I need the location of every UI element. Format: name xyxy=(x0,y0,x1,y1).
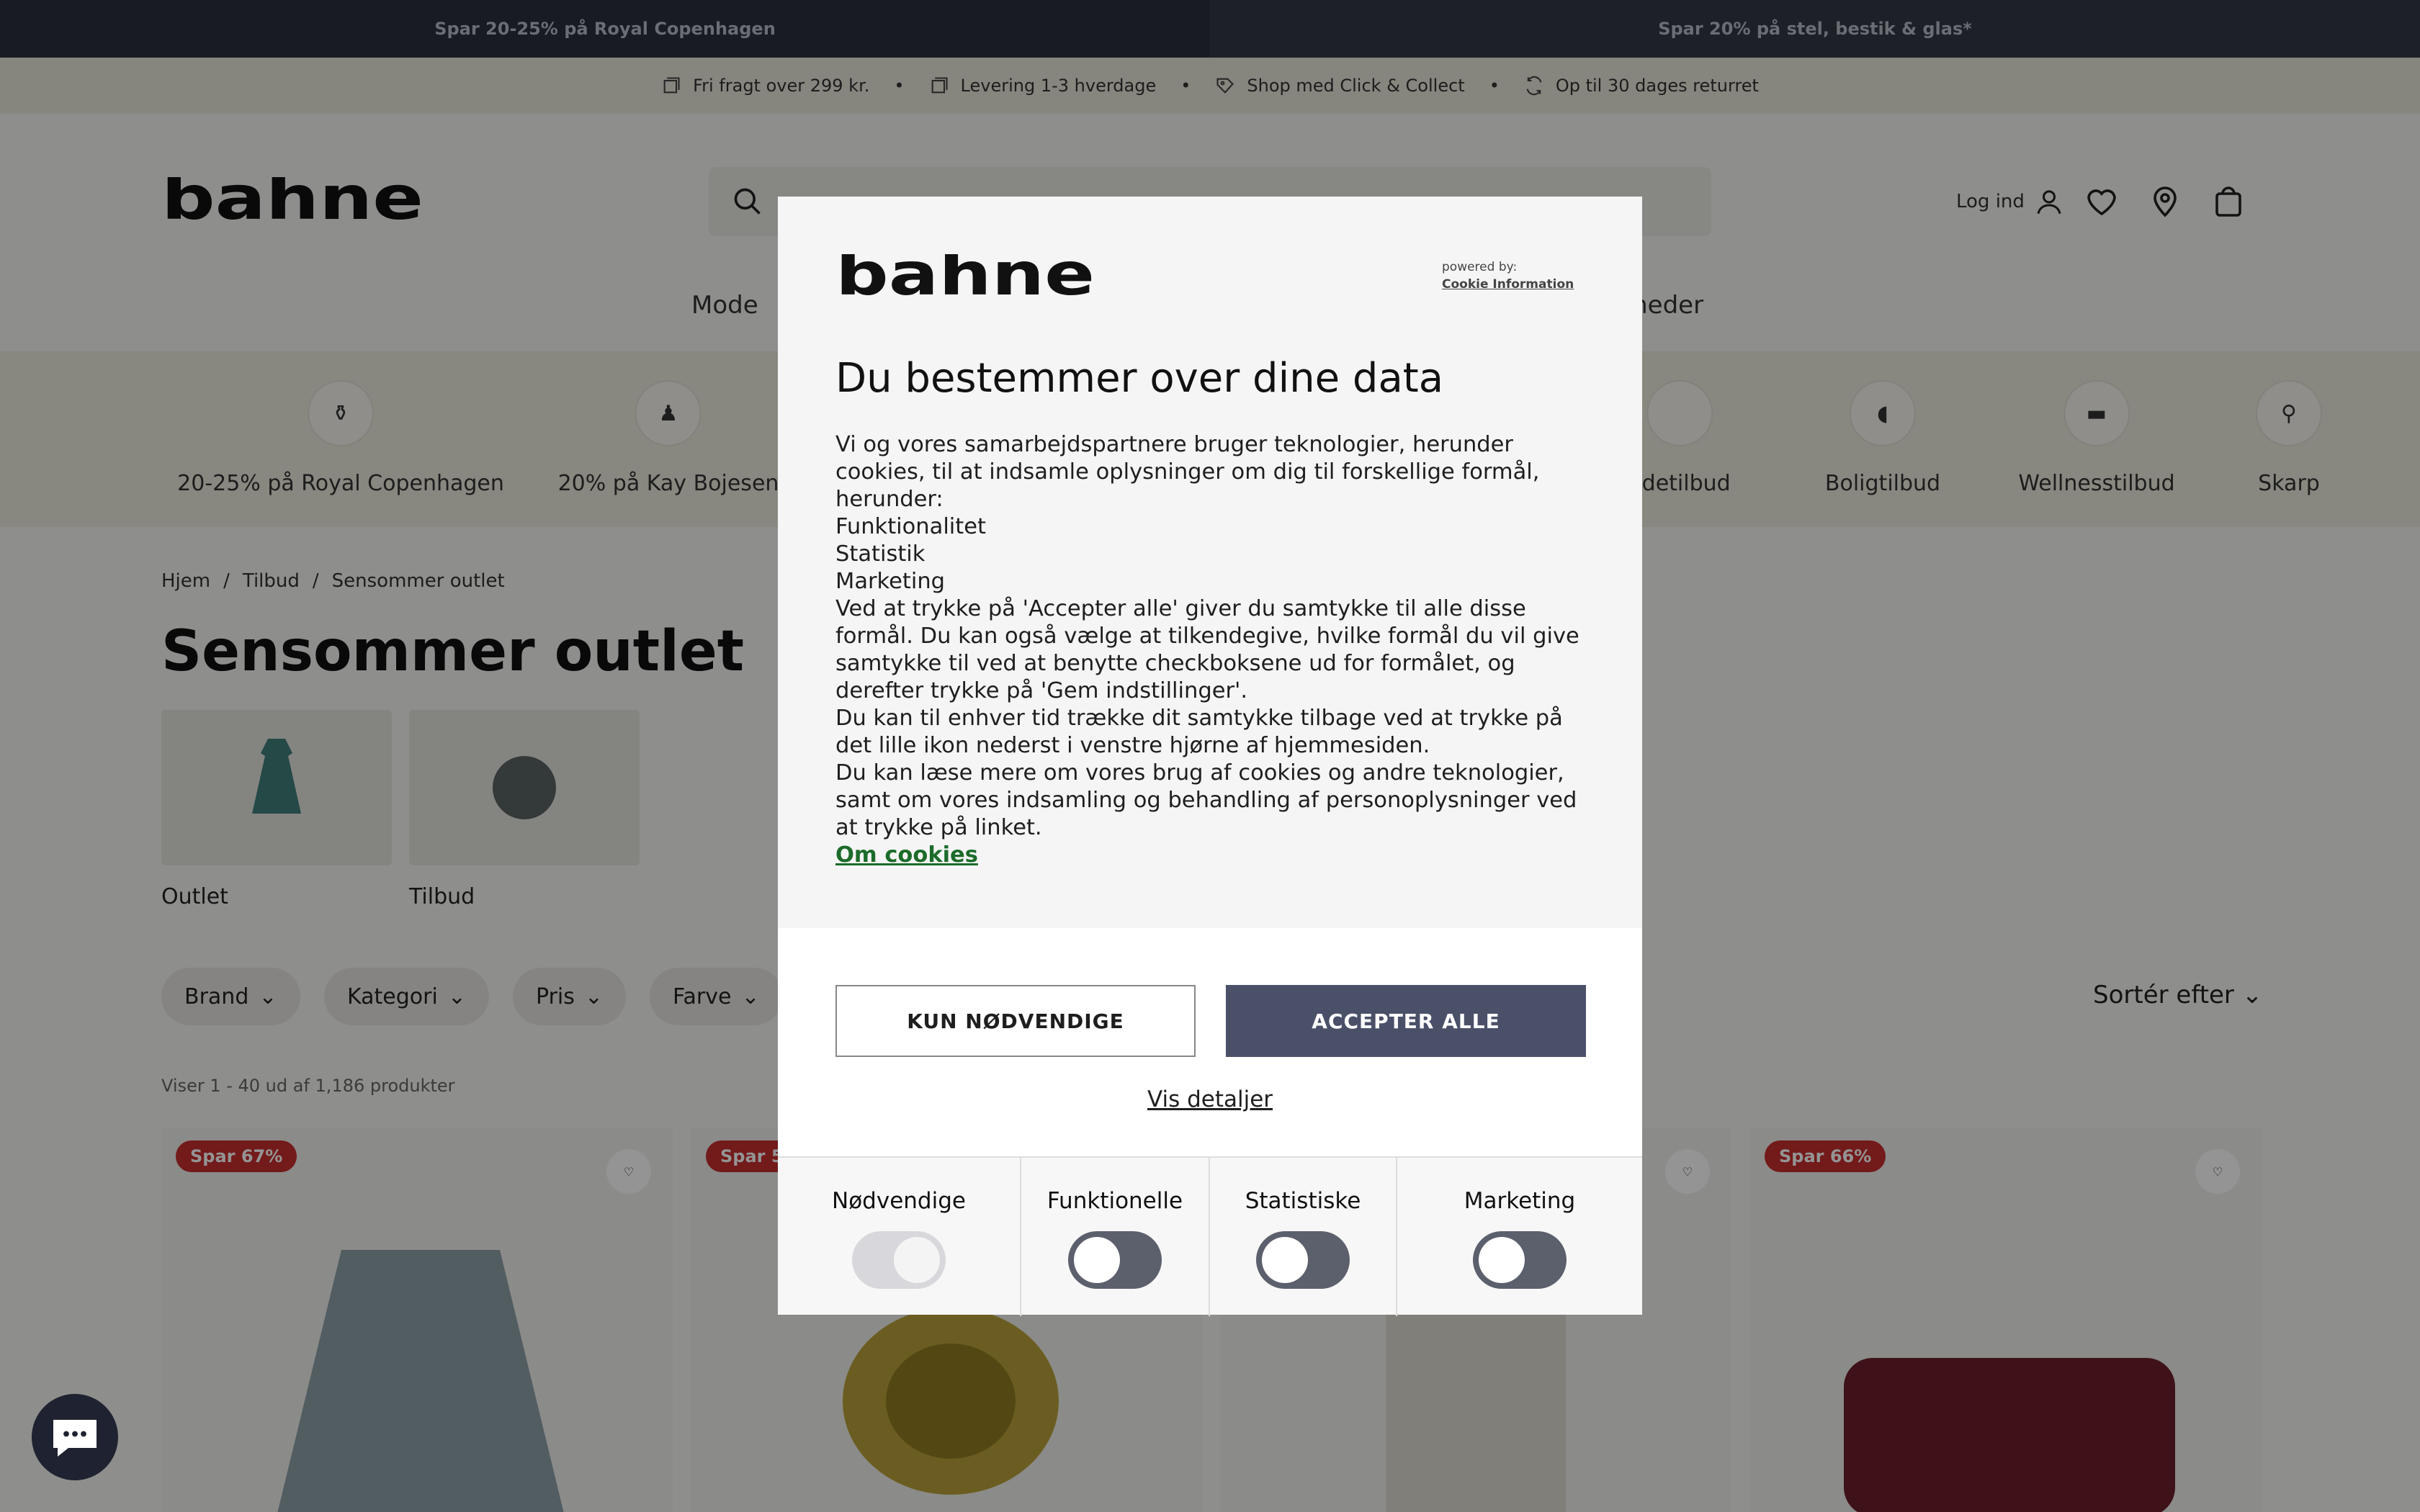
about-cookies-link[interactable]: Om cookies xyxy=(835,842,1585,869)
toggle-label: Marketing xyxy=(1464,1188,1576,1214)
toggle-marketing: Marketing xyxy=(1397,1158,1642,1316)
chat-bubble-icon xyxy=(53,1420,97,1457)
consent-info-section: bahne powered by: Cookie Information Du … xyxy=(778,197,1642,928)
toggle-statistics: Statistiske xyxy=(1210,1158,1397,1316)
consent-paragraph: Vi og vores samarbejdspartnere bruger te… xyxy=(835,432,1540,512)
toggle-knob xyxy=(894,1237,940,1283)
consent-text: Vi og vores samarbejdspartnere bruger te… xyxy=(835,431,1585,869)
consent-purpose: Funktionalitet xyxy=(835,514,986,539)
toggle-knob xyxy=(1262,1237,1308,1283)
cookie-information-link[interactable]: Cookie Information xyxy=(1442,276,1574,293)
consent-paragraph: Du kan til enhver tid trække dit samtykk… xyxy=(835,706,1563,758)
toggle-knob xyxy=(1074,1237,1120,1283)
powered-by: powered by: Cookie Information xyxy=(1442,258,1574,293)
consent-toggles: Nødvendige Funktionelle Statistiske Mark… xyxy=(778,1156,1642,1316)
chat-button[interactable] xyxy=(32,1394,118,1480)
bahne-logo: bahne xyxy=(835,254,1095,302)
toggle-label: Funktionelle xyxy=(1047,1188,1183,1214)
consent-purpose: Statistik xyxy=(835,541,926,567)
consent-purpose: Marketing xyxy=(835,569,946,594)
show-details-link[interactable]: Vis detaljer xyxy=(778,1086,1642,1112)
consent-title: Du bestemmer over dine data xyxy=(835,355,1444,402)
necessary-only-button[interactable]: KUN NØDVENDIGE xyxy=(835,985,1196,1057)
toggle-knob xyxy=(1479,1237,1525,1283)
functional-toggle[interactable] xyxy=(1068,1231,1162,1289)
necessary-toggle[interactable] xyxy=(852,1231,946,1289)
cookie-consent-dialog: bahne powered by: Cookie Information Du … xyxy=(778,197,1642,1316)
toggle-necessary: Nødvendige xyxy=(778,1158,1021,1316)
toggle-functional: Funktionelle xyxy=(1021,1158,1210,1316)
toggle-label: Statistiske xyxy=(1245,1188,1361,1214)
powered-by-label: powered by: xyxy=(1442,260,1518,274)
accept-all-button[interactable]: ACCEPTER ALLE xyxy=(1226,985,1586,1057)
consent-paragraph: Ved at trykke på 'Accepter alle' giver d… xyxy=(835,596,1579,703)
marketing-toggle[interactable] xyxy=(1473,1231,1567,1289)
svg-text:bahne: bahne xyxy=(835,254,1095,302)
consent-paragraph: Du kan læse mere om vores brug af cookie… xyxy=(835,760,1577,840)
toggle-label: Nødvendige xyxy=(832,1188,966,1214)
statistics-toggle[interactable] xyxy=(1256,1231,1350,1289)
